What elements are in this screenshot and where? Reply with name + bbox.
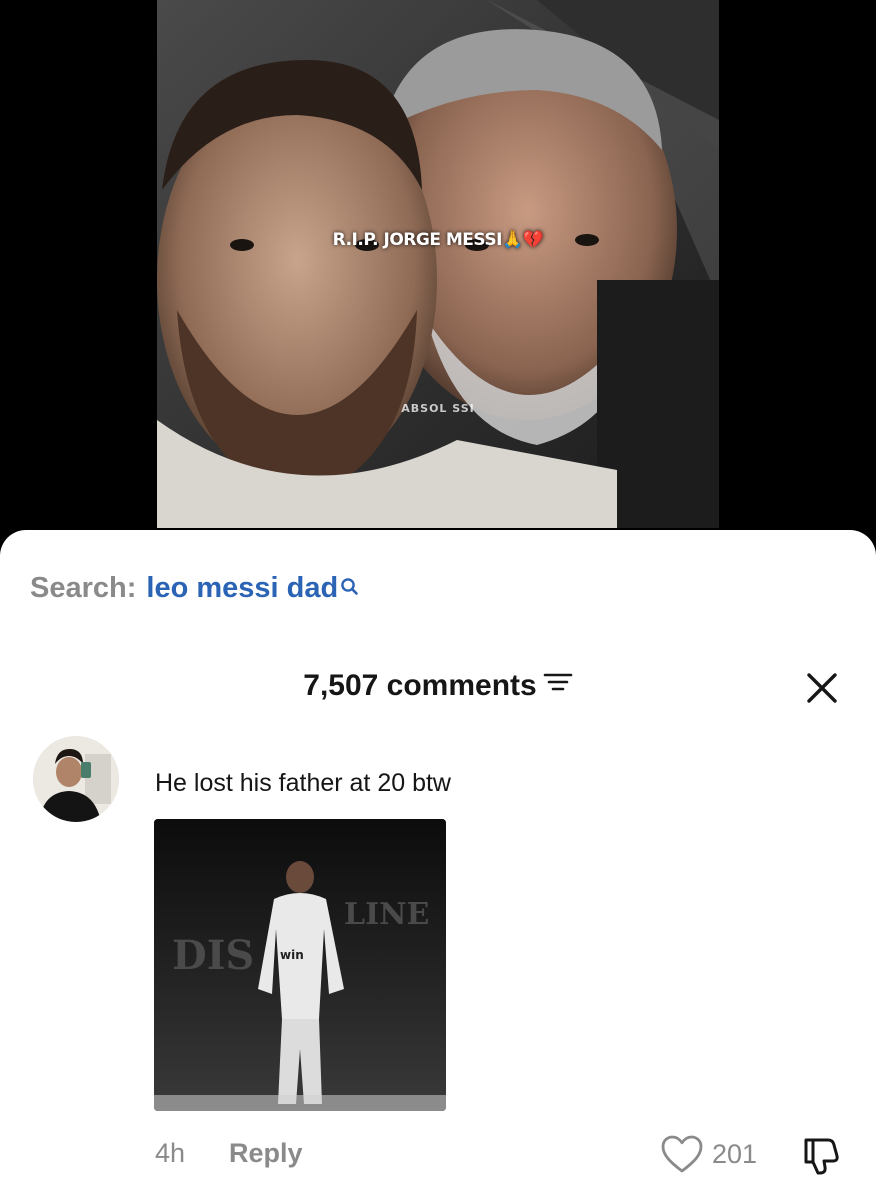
jersey-text: win: [280, 948, 304, 962]
video-overlay-title: R.I.P. JORGE MESSI🙏💔: [332, 230, 544, 250]
comments-sheet: Search: leo messi dad 7,507 comments He …: [0, 530, 876, 1200]
comments-header: 7,507 comments: [0, 666, 876, 706]
dislike-button[interactable]: [800, 1134, 842, 1181]
close-icon: [807, 673, 837, 703]
comment-image[interactable]: DIS LINE win: [154, 819, 446, 1111]
avatar[interactable]: [33, 736, 119, 822]
filter-icon[interactable]: [543, 665, 573, 705]
heart-icon: [661, 1135, 703, 1173]
video-watermark: ABSOL SSI: [401, 402, 475, 415]
dislike-icon: [804, 1138, 839, 1175]
related-search[interactable]: Search: leo messi dad: [30, 570, 360, 606]
reply-button[interactable]: Reply: [229, 1138, 303, 1168]
comments-count: 7,507 comments: [303, 669, 537, 702]
image-overlay-right: LINE: [344, 897, 429, 932]
search-icon[interactable]: [340, 570, 360, 606]
search-query-link[interactable]: leo messi dad: [146, 572, 338, 604]
screen: R.I.P. JORGE MESSI🙏💔 ABSOL SSI Search: le…: [0, 0, 876, 1200]
video-player[interactable]: R.I.P. JORGE MESSI🙏💔 ABSOL SSI: [0, 0, 876, 560]
like-button[interactable]: 201: [660, 1134, 757, 1174]
comment-meta: 4h Reply: [155, 1136, 303, 1170]
close-button[interactable]: [804, 670, 840, 706]
image-overlay-left: DIS: [172, 932, 254, 979]
comment-time: 4h: [155, 1138, 186, 1168]
video-frame: R.I.P. JORGE MESSI🙏💔 ABSOL SSI: [157, 0, 719, 528]
video-still-image: [157, 0, 719, 528]
like-count: 201: [712, 1138, 758, 1169]
search-label: Search:: [30, 572, 137, 604]
comment-text: He lost his father at 20 btw: [155, 769, 451, 797]
